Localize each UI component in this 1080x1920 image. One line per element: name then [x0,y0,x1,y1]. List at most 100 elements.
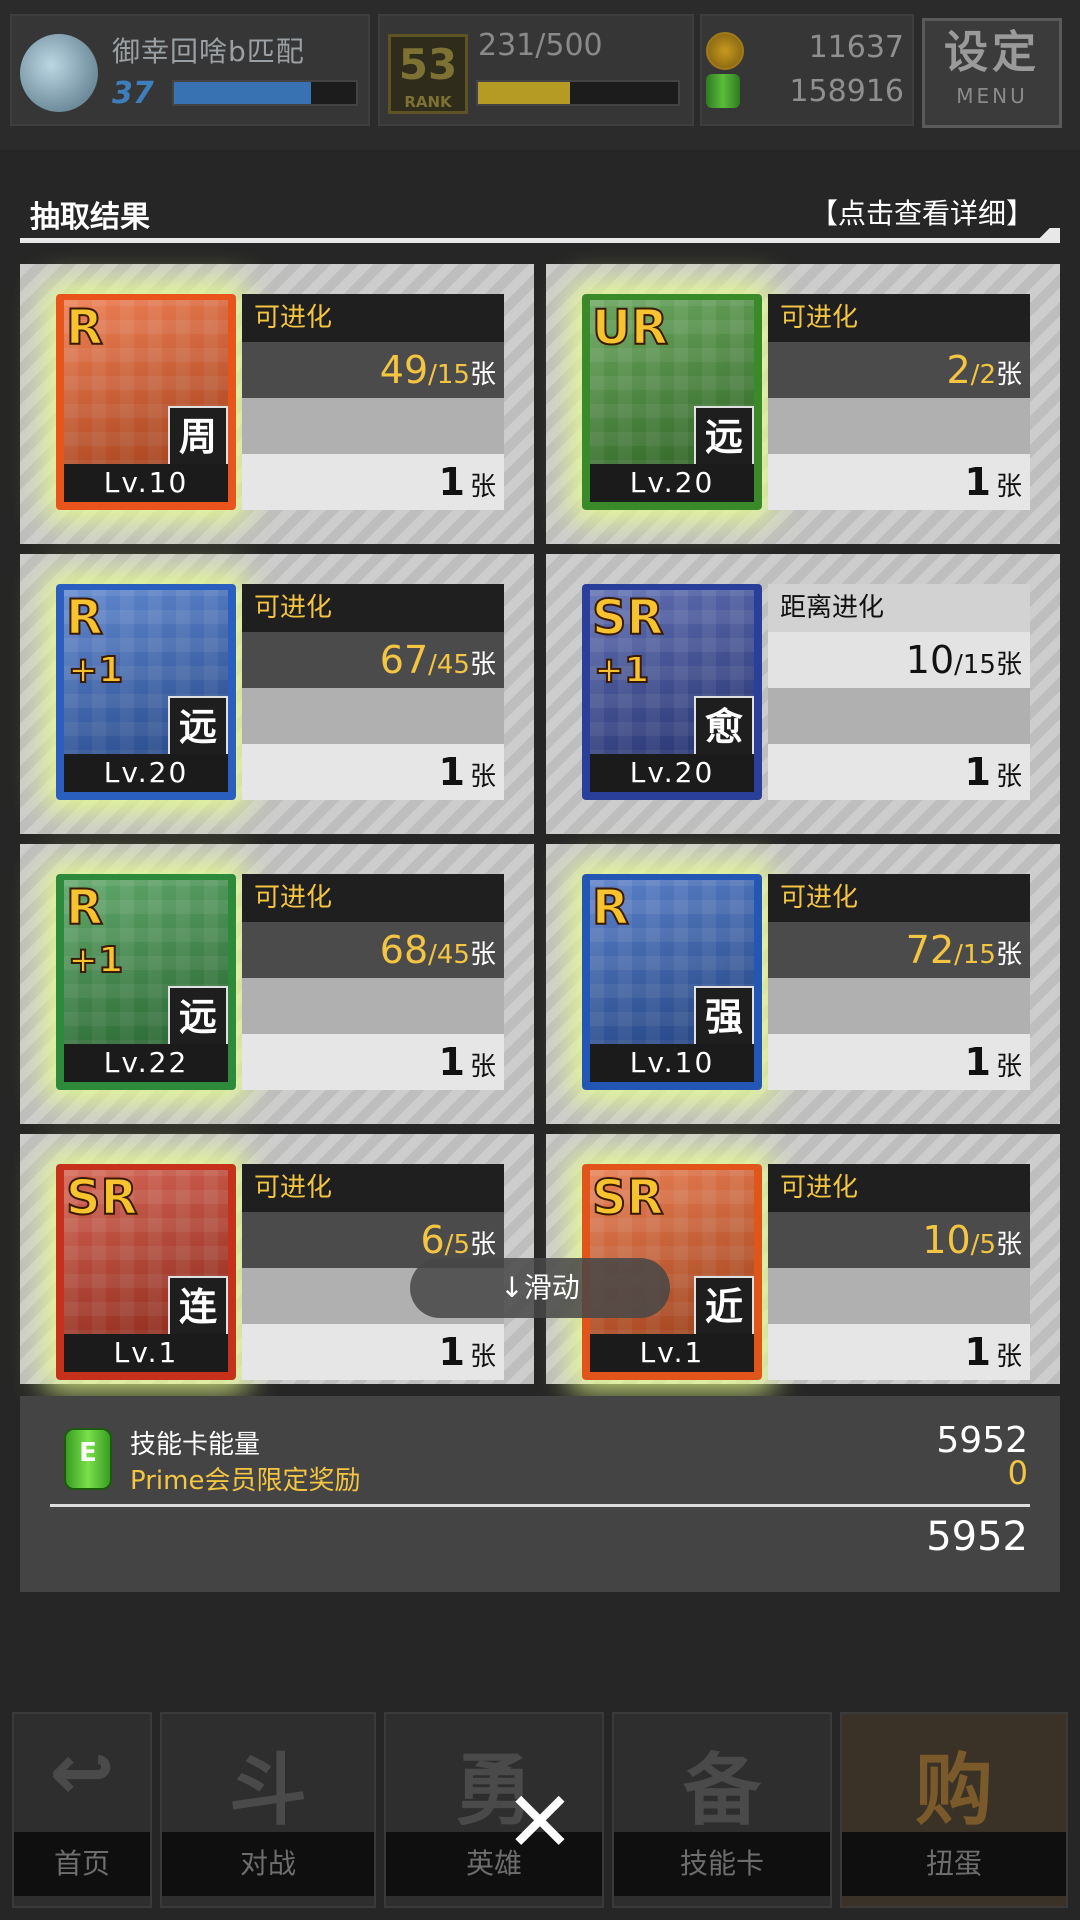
drawn-unit: 张 [995,1052,1022,1082]
card-thumbnail[interactable]: UR 远 Lv.20 [582,294,762,510]
exp-bar-fill [174,82,311,104]
role-badge: 周 [168,406,228,466]
drawn-count-row: 1 张 [768,1034,1030,1090]
evolve-status: 可进化 [768,874,1030,922]
drawn-unit: 张 [995,762,1022,792]
drawn-count-row: 1 张 [768,454,1030,510]
owned-count: 72 [905,928,955,972]
role-badge: 远 [694,406,754,466]
evolve-progress: 10/15张 [768,632,1030,688]
drawn-count-row: 1 张 [242,1324,504,1380]
level-tag: Lv.10 [590,1044,754,1082]
drawn-unit: 张 [469,1052,496,1082]
drawn-count-row: 1 张 [768,1324,1030,1380]
drawn-count: 1 [964,750,991,794]
close-button[interactable]: ✕ [500,1780,580,1864]
unit-label: 张 [995,650,1022,680]
rarity-badge: SR [65,1169,139,1227]
drawn-count: 1 [964,1040,991,1084]
nav-battle-button[interactable]: 斗对战 [160,1712,376,1908]
role-badge: 远 [168,986,228,1046]
plus-badge: +1 [67,649,124,692]
required-count: 15 [436,360,470,390]
rarity-badge: R [65,589,104,647]
swipe-hint: ↓滑动 [410,1258,670,1318]
result-card[interactable]: R 周 Lv.10 可进化 49/15张 1 张 [20,264,534,544]
drawn-unit: 张 [995,472,1022,502]
energy-total: 5952 [926,1514,1028,1560]
rarity-badge: R [65,299,104,357]
blank-row [768,398,1030,454]
energy-count: 158916 [789,74,904,109]
evolve-progress: 72/15张 [768,922,1030,978]
card-thumbnail[interactable]: SR +1 愈 Lv.20 [582,584,762,800]
evolve-progress: 10/5张 [768,1212,1030,1268]
nav-home-icon: ↩ [49,1728,115,1818]
card-thumbnail[interactable]: SR 连 Lv.1 [56,1164,236,1380]
settings-menu-button[interactable]: 设定 MENU [922,18,1062,128]
rank-bar-fill [478,82,571,104]
card-thumbnail[interactable]: R 周 Lv.10 [56,294,236,510]
owned-count: 10 [905,638,955,682]
rank-badge: 53 RANK [388,34,468,114]
owned-count: 6 [420,1218,445,1262]
drawn-count: 1 [438,1040,465,1084]
owned-count: 2 [946,348,971,392]
card-thumbnail[interactable]: R +1 远 Lv.22 [56,874,236,1090]
summary-divider [50,1504,1030,1507]
drawn-count-row: 1 张 [768,744,1030,800]
evolve-status: 可进化 [242,1164,504,1212]
level-tag: Lv.1 [590,1334,754,1372]
energy-can-icon [64,1428,112,1490]
result-card[interactable]: R +1 远 Lv.22 可进化 68/45张 1 张 [20,844,534,1124]
role-badge: 强 [694,986,754,1046]
level-tag: Lv.20 [590,754,754,792]
evolve-progress: 68/45张 [242,922,504,978]
nav-home-button[interactable]: ↩ 首页 [12,1712,152,1908]
required-count: 15 [962,940,996,970]
drawn-count-row: 1 张 [242,454,504,510]
level-tag: Lv.20 [590,464,754,502]
blank-row [242,688,504,744]
drawn-unit: 张 [469,472,496,502]
rarity-badge: SR [591,589,665,647]
progress-separator: / [954,650,963,680]
menu-sub-label: MENU [956,84,1028,108]
result-card[interactable]: R 强 Lv.10 可进化 72/15张 1 张 [546,844,1060,1124]
rarity-badge: UR [591,299,669,357]
level-tag: Lv.20 [64,754,228,792]
result-card[interactable]: R +1 远 Lv.20 可进化 67/45张 1 张 [20,554,534,834]
result-card[interactable]: UR 远 Lv.20 可进化 2/2张 1 张 [546,264,1060,544]
owned-count: 67 [379,638,429,682]
prime-bonus-label: Prime会员限定奖励 [130,1466,361,1496]
rarity-badge: SR [591,1169,665,1227]
avatar[interactable] [20,34,98,112]
rank-bar [476,80,680,106]
required-count: 2 [979,360,996,390]
nav-gacha-button[interactable]: 购扭蛋 [840,1712,1068,1908]
page-title: 抽取结果 [30,200,150,235]
drawn-count: 1 [438,750,465,794]
progress-separator: / [428,650,437,680]
required-count: 45 [436,940,470,970]
evolve-status: 距离进化 [768,584,1030,632]
role-badge: 愈 [694,696,754,756]
level-tag: Lv.10 [64,464,228,502]
unit-label: 张 [995,360,1022,390]
top-status-bar: 御幸回啥b匹配 37 53 RANK 231/500 11637 158916 … [0,0,1080,150]
card-thumbnail[interactable]: R 强 Lv.10 [582,874,762,1090]
card-thumbnail[interactable]: R +1 远 Lv.20 [56,584,236,800]
view-detail-link[interactable]: 【点击查看详细】 [810,192,1034,232]
nav-gacha-icon: 购 [914,1746,993,1836]
nav-skill-cards-icon: 备 [682,1746,761,1836]
blank-row [242,398,504,454]
drawn-unit: 张 [469,762,496,792]
unit-label: 张 [995,1230,1022,1260]
evolve-progress: 67/45张 [242,632,504,688]
level-tag: Lv.1 [64,1334,228,1372]
progress-separator: / [954,940,963,970]
nav-skill-cards-button[interactable]: 备技能卡 [612,1712,832,1908]
result-card[interactable]: SR +1 愈 Lv.20 距离进化 10/15张 1 张 [546,554,1060,834]
drawn-count-row: 1 张 [242,1034,504,1090]
progress-separator: / [428,940,437,970]
